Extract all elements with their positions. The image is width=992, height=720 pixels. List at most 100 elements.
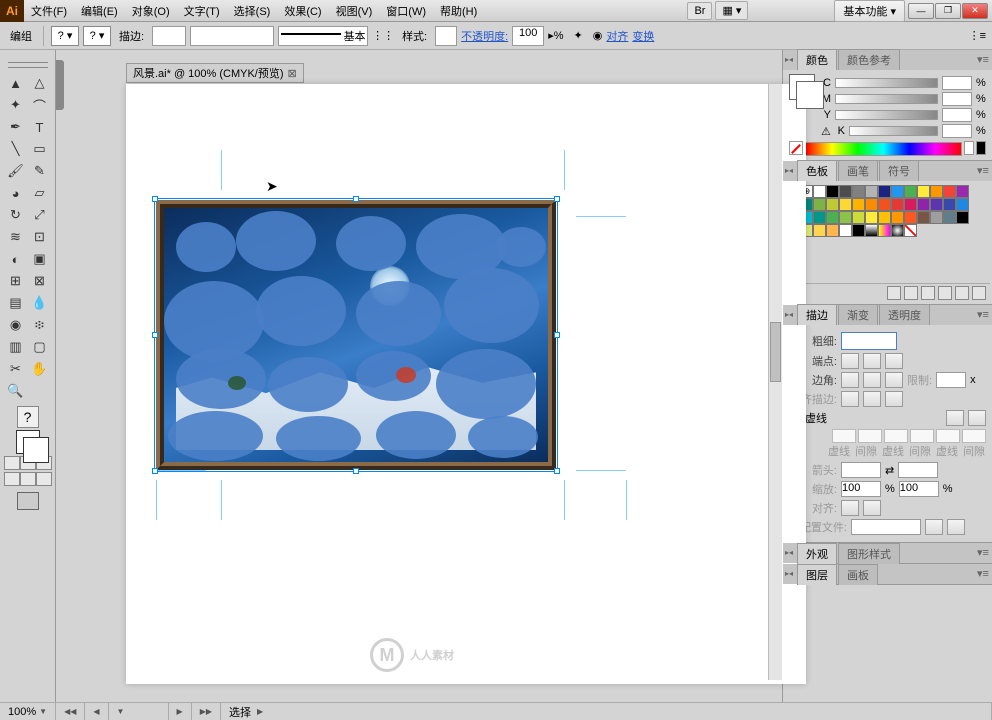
transform-link[interactable]: 变换 <box>632 28 654 44</box>
menu-file[interactable]: 文件(F) <box>24 0 74 22</box>
fill-stroke-swap[interactable] <box>16 430 40 454</box>
arrow-align-2[interactable] <box>863 500 881 516</box>
swatch[interactable] <box>878 185 891 198</box>
width-tool[interactable]: ≋ <box>4 226 28 248</box>
fill-dropdown[interactable]: ? ▾ <box>51 26 79 46</box>
swatch[interactable] <box>930 185 943 198</box>
swatch[interactable] <box>865 211 878 224</box>
slice-tool[interactable]: ✂ <box>4 358 28 380</box>
menu-effect[interactable]: 效果(C) <box>277 0 328 22</box>
miter-limit-input[interactable] <box>936 372 966 388</box>
swatch[interactable] <box>839 185 852 198</box>
y-value[interactable] <box>942 108 972 122</box>
swatch[interactable] <box>878 198 891 211</box>
draw-inside-button[interactable] <box>36 472 52 486</box>
collapse-icon[interactable]: ▸◂ <box>783 163 795 177</box>
dash-input[interactable] <box>832 429 856 443</box>
panel-menu-icon[interactable]: ▾≡ <box>976 545 990 559</box>
tab-graphic-styles[interactable]: 图形样式 <box>838 543 900 564</box>
join-round-button[interactable] <box>863 372 881 388</box>
menu-edit[interactable]: 编辑(E) <box>74 0 125 22</box>
stroke-weight-dropdown[interactable] <box>841 332 897 350</box>
swatch[interactable] <box>865 198 878 211</box>
swatch[interactable] <box>904 224 917 237</box>
column-graph-tool[interactable]: ▥ <box>4 336 28 358</box>
vertical-scrollbar[interactable] <box>768 84 782 680</box>
dash-align-2[interactable] <box>968 410 986 426</box>
blend-tool[interactable]: ◉ <box>4 314 28 336</box>
m-slider[interactable] <box>835 94 938 104</box>
nav-prev-button[interactable]: ◀◀ <box>56 703 85 720</box>
panel-menu-icon[interactable]: ▾≡ <box>976 566 990 580</box>
swatch[interactable] <box>813 198 826 211</box>
swatch[interactable] <box>956 185 969 198</box>
cap-butt-button[interactable] <box>841 353 859 369</box>
artboard-tool[interactable]: ▢ <box>28 336 52 358</box>
recolor-icon[interactable]: ◉ <box>593 29 603 42</box>
tab-symbols[interactable]: 符号 <box>879 160 919 181</box>
stroke-dropdown[interactable]: ? ▾ <box>83 26 111 46</box>
swatch[interactable] <box>852 185 865 198</box>
restore-button[interactable]: ❐ <box>935 3 961 19</box>
join-bevel-button[interactable] <box>885 372 903 388</box>
gap-input[interactable] <box>962 429 986 443</box>
swatch[interactable] <box>813 224 826 237</box>
arrow-scale-start[interactable]: 100 <box>841 481 881 497</box>
brush-dropdown[interactable]: 基本 <box>278 26 368 46</box>
arrow-scale-end[interactable]: 100 <box>899 481 939 497</box>
color-fill-stroke[interactable] <box>789 74 815 100</box>
tab-color-guide[interactable]: 颜色参考 <box>838 49 900 70</box>
tab-appearance[interactable]: 外观 <box>797 543 837 564</box>
new-swatch-icon[interactable] <box>955 286 969 300</box>
draw-normal-button[interactable] <box>4 472 20 486</box>
k-value[interactable] <box>942 124 972 138</box>
swatch[interactable] <box>930 211 943 224</box>
swap-arrows-icon[interactable]: ⇄ <box>885 464 894 477</box>
opacity-link[interactable]: 不透明度: <box>461 28 508 44</box>
lasso-tool[interactable]: ⌒ <box>28 94 52 116</box>
swatch[interactable] <box>956 211 969 224</box>
white-swatch[interactable] <box>964 141 974 155</box>
menu-view[interactable]: 视图(V) <box>329 0 380 22</box>
delete-swatch-icon[interactable] <box>972 286 986 300</box>
stroke-options-icon[interactable]: ⋮⋮ <box>372 29 394 42</box>
line-tool[interactable]: ╲ <box>4 138 28 160</box>
arrow-start-dropdown[interactable] <box>841 462 881 478</box>
zoom-dropdown[interactable]: 100%▼ <box>0 703 56 720</box>
swatch[interactable] <box>878 224 891 237</box>
panel-menu-icon[interactable]: ▾≡ <box>976 52 990 66</box>
swatch[interactable] <box>956 198 969 211</box>
stroke-profile-dropdown[interactable] <box>190 26 274 46</box>
profile-flip-1[interactable] <box>925 519 943 535</box>
swatch[interactable] <box>813 185 826 198</box>
menu-help[interactable]: 帮助(H) <box>433 0 484 22</box>
blob-brush-tool[interactable]: ◕ <box>4 182 28 204</box>
new-color-group-icon[interactable] <box>938 286 952 300</box>
swatch[interactable] <box>891 185 904 198</box>
gradient-tool[interactable]: ▤ <box>4 292 28 314</box>
scale-tool[interactable]: ⤢ <box>28 204 52 226</box>
artboard-nav-dropdown[interactable]: ▼ <box>109 703 169 720</box>
minimize-button[interactable]: — <box>908 3 934 19</box>
swatch-library-icon[interactable] <box>887 286 901 300</box>
perspective-grid-tool[interactable]: ⊞ <box>4 270 28 292</box>
direct-selection-tool[interactable]: △ <box>28 72 52 94</box>
align-stroke-inside[interactable] <box>863 391 881 407</box>
close-button[interactable]: ✕ <box>962 3 988 19</box>
panel-menu-icon[interactable]: ▾≡ <box>976 163 990 177</box>
tab-swatches[interactable]: 色板 <box>797 160 837 181</box>
swatch-options-icon[interactable] <box>921 286 935 300</box>
nav-fwd-button[interactable]: ▶ <box>169 703 192 720</box>
black-swatch[interactable] <box>976 141 986 155</box>
none-color-icon[interactable] <box>789 141 803 155</box>
fill-stroke-unknown[interactable]: ? <box>17 406 39 428</box>
draw-behind-button[interactable] <box>20 472 36 486</box>
magic-wand-icon[interactable]: ✦ <box>574 29 583 42</box>
menu-select[interactable]: 选择(S) <box>227 0 278 22</box>
zoom-tool[interactable]: 🔍 <box>4 380 28 402</box>
swatch[interactable] <box>865 185 878 198</box>
nav-back-button[interactable]: ◀ <box>85 703 108 720</box>
screen-mode-button[interactable] <box>17 492 39 510</box>
pen-tool[interactable]: ✒ <box>4 116 28 138</box>
workspace-dropdown[interactable]: 基本功能 ▾ <box>834 0 905 22</box>
